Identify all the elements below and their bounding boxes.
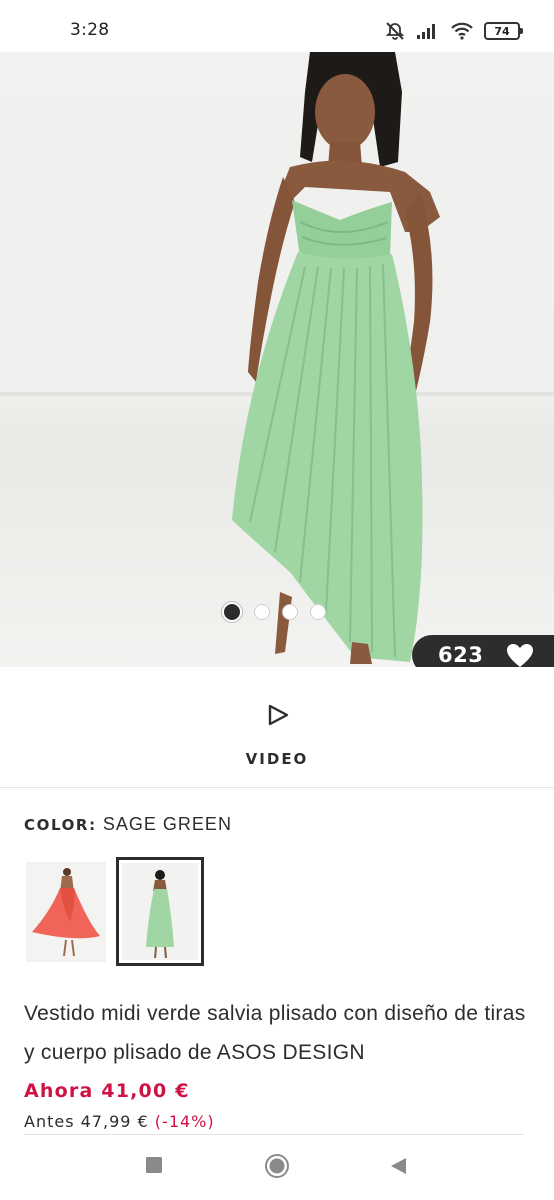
home-icon[interactable]: [264, 1153, 290, 1179]
color-selector-label: COLOR: SAGE GREEN: [24, 814, 232, 835]
product-image-gallery[interactable]: 623: [0, 52, 554, 667]
gallery-pagination[interactable]: [222, 602, 326, 622]
swatch-coral-image: [26, 862, 106, 962]
status-icons: 74: [384, 20, 523, 42]
color-label: COLOR:: [24, 816, 97, 834]
color-value: SAGE GREEN: [102, 814, 232, 834]
gallery-dot-4[interactable]: [310, 604, 326, 620]
system-navigation-bar: [0, 1136, 554, 1200]
gallery-dot-2[interactable]: [254, 604, 270, 620]
heart-icon: [507, 644, 533, 667]
gallery-dot-3[interactable]: [282, 604, 298, 620]
save-for-later-button[interactable]: 623: [412, 635, 554, 667]
previous-price-row: Antes 47,99 € (-14%): [24, 1112, 215, 1131]
video-label: VIDEO: [245, 750, 309, 768]
color-swatch-sage-green[interactable]: [116, 857, 204, 966]
color-swatch-coral[interactable]: [26, 862, 106, 962]
status-time: 3:28: [70, 20, 110, 40]
back-icon[interactable]: [388, 1156, 408, 1176]
saves-count: 623: [438, 643, 484, 667]
swatch-selected-frame: [122, 863, 198, 960]
product-photo: [0, 52, 554, 664]
current-price: Ahora 41,00 €: [24, 1080, 190, 1102]
mute-icon: [385, 22, 405, 40]
play-icon: [268, 704, 289, 726]
wifi-icon: [451, 22, 473, 40]
video-button[interactable]: VIDEO: [0, 667, 554, 788]
divider: [24, 1134, 524, 1135]
swatch-sage-image: [122, 863, 198, 960]
battery-level: 74: [494, 24, 510, 38]
product-title: Vestido midi verde salvia plisado con di…: [24, 1002, 526, 1064]
recents-icon[interactable]: [145, 1156, 163, 1174]
discount-badge: (-14%): [154, 1112, 215, 1131]
status-bar: 3:28 74: [0, 0, 554, 52]
signal-icon: [417, 24, 435, 39]
previous-price: Antes 47,99 €: [24, 1112, 149, 1131]
battery-icon: 74: [484, 22, 523, 40]
gallery-dot-1[interactable]: [222, 602, 242, 622]
